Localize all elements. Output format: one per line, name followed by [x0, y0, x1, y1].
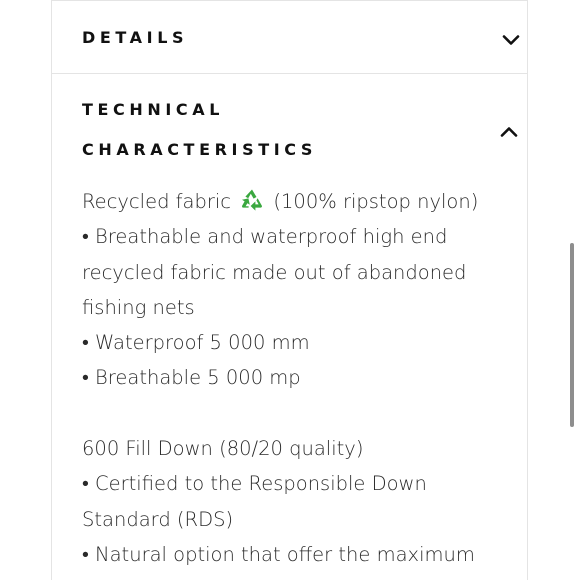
- feature-line-breathable-waterproof: • Breathable and waterproof high end: [82, 225, 448, 249]
- feature-line-breathable: • Breathable 5 000 mp: [82, 366, 301, 390]
- feature-line-natural: • Natural option that offer the maximum: [82, 542, 475, 566]
- scrollbar[interactable]: [570, 243, 574, 427]
- fill-down-line: 600 Fill Down (80/20 quality): [82, 437, 364, 461]
- fabric-label: Recycled fabric: [82, 190, 231, 213]
- technical-characteristics-accordion-header[interactable]: TECHNICAL CHARACTERISTICS: [52, 74, 527, 174]
- feature-line-waterproof: • Waterproof 5 000 mm: [82, 331, 310, 355]
- product-page: DETAILS TECHNICAL CHARACTERISTICS Recycl…: [0, 0, 580, 580]
- chevron-up-icon[interactable]: [500, 126, 518, 138]
- product-info-accordion: DETAILS TECHNICAL CHARACTERISTICS Recycl…: [51, 0, 528, 580]
- fabric-line: Recycled fabric (100% ripstop nylon): [82, 184, 502, 219]
- feature-line-rds: Standard (RDS): [82, 507, 234, 531]
- details-heading: DETAILS: [82, 28, 189, 47]
- fabric-material: (100% ripstop nylon): [273, 190, 479, 213]
- technical-characteristics-content: Recycled fabric (100% ripstop nylon) • B…: [82, 184, 502, 572]
- feature-line-certified: • Certified to the Responsible Down: [82, 472, 427, 496]
- chevron-down-icon[interactable]: [502, 34, 520, 46]
- technical-heading-line1: TECHNICAL: [82, 100, 225, 119]
- feature-line-fishing-nets: fishing nets: [82, 295, 195, 319]
- recycle-icon: [239, 188, 265, 212]
- technical-heading-line2: CHARACTERISTICS: [82, 140, 318, 159]
- feature-line-recycled: recycled fabric made out of abandoned: [82, 260, 467, 284]
- details-accordion-header[interactable]: DETAILS: [52, 1, 527, 74]
